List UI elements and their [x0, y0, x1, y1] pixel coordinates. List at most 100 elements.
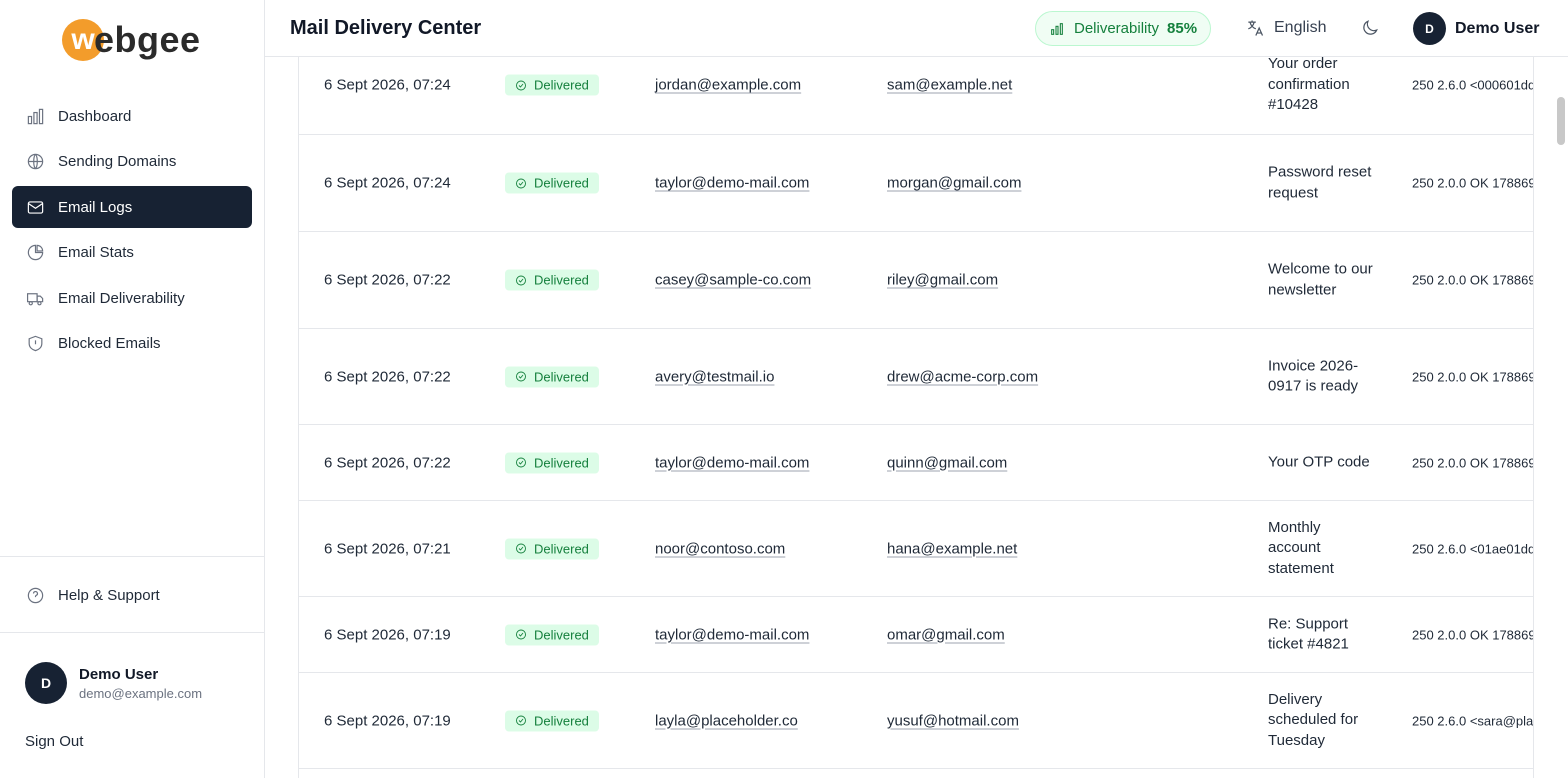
smtp-response: 250 2.0.0 OK 1788693	[1412, 369, 1534, 384]
translate-icon	[1248, 20, 1264, 36]
vertical-scrollbar-thumb[interactable]	[1557, 97, 1565, 145]
table-row[interactable]: 6 Sept 2026, 07:19 Delivered taylor@demo…	[299, 597, 1534, 673]
user-name: Demo User	[79, 665, 159, 683]
header-user-name: Demo User	[1455, 19, 1540, 37]
avatar: D	[25, 662, 67, 704]
table-row[interactable]: 6 Sept 2026, 07:22 Delivered taylor@demo…	[299, 425, 1534, 501]
deliverability-label: Deliverability	[1074, 20, 1160, 37]
status-badge: Delivered	[505, 74, 599, 96]
check-circle-icon	[516, 275, 526, 285]
header-user-menu[interactable]: D Demo User	[1413, 12, 1539, 45]
page-title: Mail Delivery Center	[290, 17, 482, 39]
status-badge: Delivered	[505, 452, 599, 473]
from-address-link[interactable]: avery@testmail.io	[655, 368, 774, 385]
check-circle-icon	[516, 457, 526, 468]
sidebar-item-email-deliverability[interactable]: Email Deliverability	[12, 277, 252, 319]
smtp-response: 250 2.0.0 OK 1788693	[1412, 175, 1534, 191]
deliverability-badge[interactable]: Deliverability 85%	[1035, 11, 1212, 46]
pie-chart-icon	[25, 243, 45, 263]
language-label: English	[1274, 19, 1327, 36]
to-address-link[interactable]: drew@acme-corp.com	[887, 368, 1038, 385]
sidebar-item-email-logs[interactable]: Email Logs	[12, 186, 252, 229]
log-date: 6 Sept 2026, 07:19	[324, 626, 451, 643]
bar-chart-icon	[1051, 22, 1063, 35]
log-date: 6 Sept 2026, 07:19	[324, 712, 451, 729]
smtp-response: 250 2.6.0 <01ae01dd	[1412, 541, 1534, 556]
smtp-response: 250 2.0.0 OK 1788693	[1412, 627, 1534, 642]
sidebar-user-card: D Demo User demo@example.com	[25, 662, 202, 704]
sidebar: w ebgee Dashboard Sending Domains Email …	[0, 0, 265, 778]
log-subject: Welcome to our newsletter	[1268, 260, 1373, 298]
to-address-link[interactable]: morgan@gmail.com	[887, 175, 1021, 192]
log-date: 6 Sept 2026, 07:22	[324, 271, 451, 289]
deliverability-value: 85%	[1167, 20, 1198, 37]
avatar: D	[1413, 12, 1446, 45]
log-subject: Password reset request	[1268, 163, 1372, 201]
help-support-label: Help & Support	[58, 586, 160, 604]
from-address-link[interactable]: noor@contoso.com	[655, 540, 785, 557]
moon-icon	[1363, 20, 1378, 35]
sidebar-item-label: Email Deliverability	[58, 289, 185, 307]
logo-text: ebgee	[94, 19, 201, 60]
log-subject: Delivery scheduled for Tuesday	[1268, 690, 1359, 749]
log-subject: Re: Support ticket #4821	[1268, 614, 1349, 653]
log-date: 6 Sept 2026, 07:21	[324, 540, 451, 557]
theme-toggle[interactable]	[1360, 18, 1380, 43]
to-address-link[interactable]: riley@gmail.com	[887, 272, 998, 289]
smtp-response: 250 2.6.0 <sara@pla	[1412, 713, 1534, 728]
shield-icon	[25, 334, 45, 354]
check-circle-icon	[516, 715, 526, 726]
status-badge: Delivered	[505, 538, 599, 559]
sidebar-item-email-stats[interactable]: Email Stats	[12, 232, 252, 274]
mail-icon	[25, 197, 45, 217]
to-address-link[interactable]: yusuf@hotmail.com	[887, 712, 1019, 729]
status-badge: Delivered	[505, 366, 599, 387]
bar-chart-icon	[25, 106, 45, 126]
help-section: Help & Support	[0, 556, 264, 633]
user-email: demo@example.com	[79, 685, 203, 701]
from-address-link[interactable]: taylor@demo-mail.com	[655, 175, 809, 192]
sidebar-item-label: Email Stats	[58, 244, 134, 262]
from-address-link[interactable]: layla@placeholder.co	[655, 712, 798, 729]
sidebar-item-label: Email Logs	[58, 198, 133, 216]
table-row[interactable]: 6 Sept 2026, 07:21 Delivered noor@contos…	[299, 501, 1534, 597]
table-row[interactable]: 6 Sept 2026, 07:24 Delivered taylor@demo…	[299, 135, 1534, 232]
table-row[interactable]: 6 Sept 2026, 07:22 Delivered avery@testm…	[299, 329, 1534, 425]
log-subject: Invoice 2026-0917 is ready	[1268, 356, 1359, 395]
truck-icon	[25, 288, 45, 308]
to-address-link[interactable]: quinn@gmail.com	[887, 454, 1007, 471]
sidebar-item-label: Sending Domains	[58, 153, 177, 171]
sidebar-item-sending-domains[interactable]: Sending Domains	[12, 141, 252, 183]
log-subject: Your order confirmation #10428	[1268, 57, 1350, 114]
table-row[interactable]: 6 Sept 2026, 07:19 Delivered layla@place…	[299, 673, 1534, 769]
sidebar-item-label: Dashboard	[58, 107, 132, 125]
from-address-link[interactable]: taylor@demo-mail.com	[655, 626, 809, 643]
to-address-link[interactable]: sam@example.net	[887, 77, 1012, 94]
from-address-link[interactable]: taylor@demo-mail.com	[655, 454, 809, 471]
table-row[interactable]: 6 Sept 2026, 07:24 Delivered jordan@exam…	[299, 57, 1534, 135]
log-subject: Monthly account statement	[1268, 518, 1334, 577]
help-support-link[interactable]: Help & Support	[12, 574, 252, 616]
sidebar-item-label: Blocked Emails	[58, 335, 161, 353]
to-address-link[interactable]: hana@example.net	[887, 540, 1017, 557]
log-date: 6 Sept 2026, 07:22	[324, 454, 451, 471]
status-badge: Delivered	[505, 710, 599, 731]
webgee-logo[interactable]: w ebgee	[62, 17, 201, 63]
sidebar-item-blocked-emails[interactable]: Blocked Emails	[12, 323, 252, 365]
sign-out-link[interactable]: Sign Out	[25, 733, 83, 750]
smtp-response: 250 2.6.0 <000601dd	[1412, 77, 1534, 93]
log-date: 6 Sept 2026, 07:24	[324, 174, 451, 192]
sidebar-item-dashboard[interactable]: Dashboard	[12, 95, 252, 137]
check-circle-icon	[516, 629, 526, 640]
from-address-link[interactable]: casey@sample-co.com	[655, 272, 811, 289]
email-logs-table[interactable]: 6 Sept 2026, 07:24 Delivered jordan@exam…	[298, 57, 1534, 778]
table-row[interactable]: 6 Sept 2026, 07:22 Delivered casey@sampl…	[299, 232, 1533, 329]
smtp-response: 250 2.0.0 OK 1788693	[1412, 455, 1534, 470]
status-badge: Delivered	[505, 172, 599, 194]
from-address-link[interactable]: jordan@example.com	[655, 77, 801, 94]
sidebar-nav: Dashboard Sending Domains Email Logs Ema…	[12, 95, 252, 369]
to-address-link[interactable]: omar@gmail.com	[887, 626, 1005, 643]
language-selector[interactable]: English	[1245, 18, 1326, 38]
check-circle-icon	[516, 80, 526, 90]
check-circle-icon	[516, 543, 526, 554]
